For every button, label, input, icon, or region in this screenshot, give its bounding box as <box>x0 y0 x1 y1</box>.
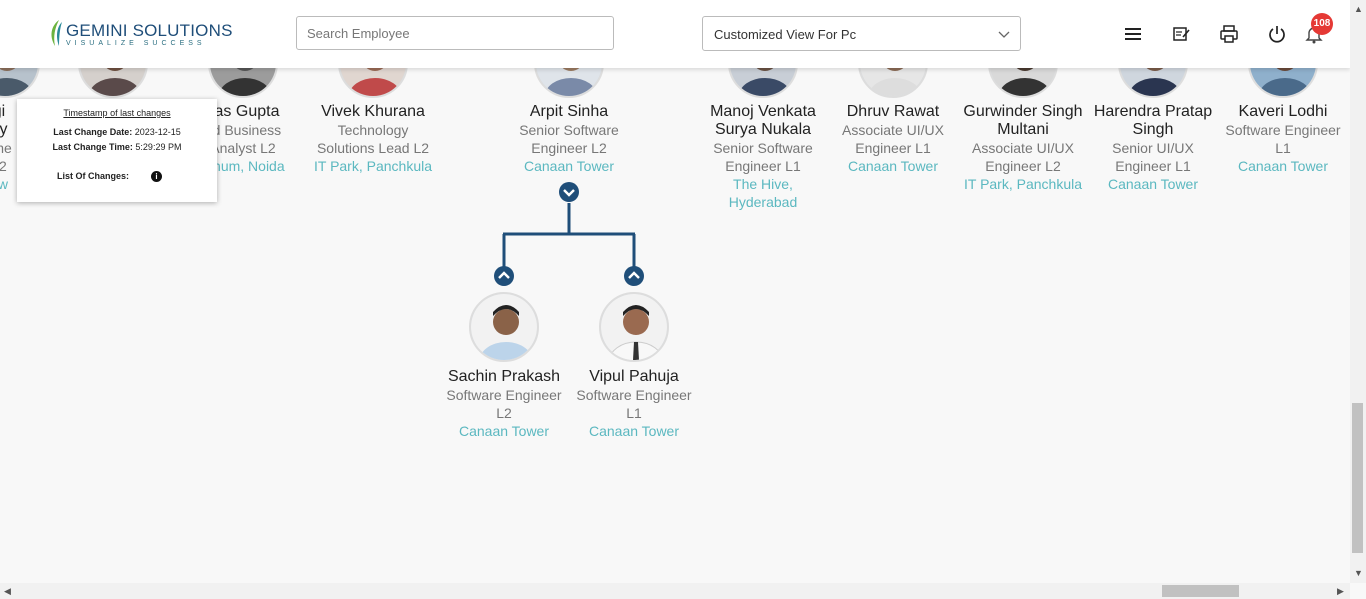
expand-parent-toggle-icon[interactable] <box>493 265 515 287</box>
employee-role: Senior Software Engineer L1 <box>713 140 813 174</box>
employee-role: Software Engineer L2 <box>446 387 562 421</box>
employee-name: Vipul Pahuja <box>589 368 679 385</box>
employee-name: Manoj Venkata Surya Nukala <box>710 103 816 138</box>
hamburger-menu-icon[interactable] <box>1123 24 1143 44</box>
employee-location[interactable]: IT Park, Panchkula <box>308 157 438 175</box>
employee-role: Senior Software Engineer L2 <box>519 122 619 156</box>
employee-card[interactable]: Kaveri Lodhi Software Engineer L1 Canaan… <box>1218 103 1348 175</box>
vertical-scrollbar-thumb[interactable] <box>1352 403 1363 553</box>
employee-name: Vivek Khurana <box>321 103 425 120</box>
chevron-down-icon <box>998 31 1010 38</box>
employee-role: Technology Solutions Lead L2 <box>316 122 430 156</box>
employee-role: Software Engineer L1 <box>576 387 692 421</box>
employee-card[interactable]: Sachin Prakash Software Engineer L2 Cana… <box>439 368 569 440</box>
employee-role: Software Engineer L1 <box>1225 122 1341 156</box>
last-change-date-row: Last Change Date: 2023-12-15 <box>17 127 217 137</box>
employee-location[interactable]: IT Park, Panchkula <box>958 175 1088 193</box>
employee-name: Kaveri Lodhi <box>1238 103 1328 120</box>
employee-name: Gurwinder Singh Multani <box>963 103 1083 138</box>
employee-location[interactable]: Canaan Tower <box>828 157 958 175</box>
employee-avatar[interactable] <box>599 292 669 362</box>
last-change-date-value: 2023-12-15 <box>134 127 181 137</box>
info-icon[interactable]: i <box>151 171 162 182</box>
view-select-dropdown[interactable]: Customized View For Pc <box>702 16 1021 51</box>
app-header: GEMINI SOLUTIONS VISUALIZE SUCCESS Custo… <box>0 0 1350 68</box>
employee-role: Associate UI/UX Engineer L1 <box>842 122 944 156</box>
employee-card[interactable]: Vivek Khurana Technology Solutions Lead … <box>308 103 438 175</box>
horizontal-scrollbar[interactable] <box>0 583 1350 599</box>
print-icon[interactable] <box>1219 24 1239 44</box>
employee-name: Dhruv Rawat <box>846 103 940 120</box>
employee-location[interactable]: Canaan Tower <box>1088 175 1218 193</box>
view-select-value: Customized View For Pc <box>714 27 857 42</box>
employee-card[interactable]: Vipul Pahuja Software Engineer L1 Canaan… <box>569 368 699 440</box>
employee-location[interactable]: Canaan Tower <box>569 422 699 440</box>
employee-card[interactable]: Dhruv Rawat Associate UI/UX Engineer L1 … <box>828 103 958 175</box>
expand-parent-toggle-icon[interactable] <box>623 265 645 287</box>
employee-location[interactable]: Canaan Tower <box>1218 157 1348 175</box>
employee-location[interactable]: The Hive, Hyderabad <box>698 175 828 211</box>
employee-location[interactable]: Canaan Tower <box>439 422 569 440</box>
power-icon[interactable] <box>1267 24 1287 44</box>
employee-role: Associate UI/UX Engineer L2 <box>972 140 1074 174</box>
logo-brand: GEMINI SOLUTIONS <box>66 21 233 40</box>
employee-card[interactable]: Manoj Venkata Surya Nukala Senior Softwa… <box>698 103 828 211</box>
employee-name: Arpit Sinha <box>529 103 609 120</box>
last-changes-tooltip: Timestamp of last changes Last Change Da… <box>17 99 217 202</box>
scroll-left-arrow-icon[interactable]: ◀ <box>4 586 11 597</box>
employee-name: Sachin Prakash <box>447 368 561 385</box>
employee-name: Harendra Pratap Singh <box>1093 103 1213 138</box>
employee-card[interactable]: Harendra Pratap Singh Senior UI/UX Engin… <box>1088 103 1218 193</box>
notification-count-badge: 108 <box>1311 13 1333 35</box>
last-change-time-value: 5:29:29 PM <box>135 142 182 152</box>
logo-tagline: VISUALIZE SUCCESS <box>66 40 206 47</box>
gemini-logo[interactable]: GEMINI SOLUTIONS VISUALIZE SUCCESS <box>47 17 232 51</box>
employee-card[interactable]: Gurwinder Singh Multani Associate UI/UX … <box>958 103 1088 193</box>
scroll-down-arrow-icon[interactable]: ▼ <box>1354 568 1363 578</box>
tooltip-title: Timestamp of last changes <box>63 108 171 118</box>
search-employee-input[interactable] <box>296 16 614 50</box>
edit-note-icon[interactable] <box>1171 24 1191 44</box>
last-change-time-row: Last Change Time: 5:29:29 PM <box>17 142 217 152</box>
collapse-children-toggle-icon[interactable] <box>558 181 580 203</box>
list-of-changes-label: List Of Changes: <box>57 171 130 181</box>
employee-role: Senior UI/UX Engineer L1 <box>1112 140 1194 174</box>
employee-card[interactable]: Arpit Sinha Senior Software Engineer L2 … <box>504 103 634 175</box>
employee-avatar[interactable] <box>469 292 539 362</box>
horizontal-scrollbar-thumb[interactable] <box>1162 585 1239 597</box>
last-change-time-label: Last Change Time: <box>52 142 133 152</box>
scroll-up-arrow-icon[interactable]: ▲ <box>1354 4 1363 14</box>
employee-location[interactable]: Canaan Tower <box>504 157 634 175</box>
last-change-date-label: Last Change Date: <box>53 127 133 137</box>
scroll-right-arrow-icon[interactable]: ▶ <box>1337 586 1344 597</box>
gemini-leaf-icon <box>51 20 62 46</box>
